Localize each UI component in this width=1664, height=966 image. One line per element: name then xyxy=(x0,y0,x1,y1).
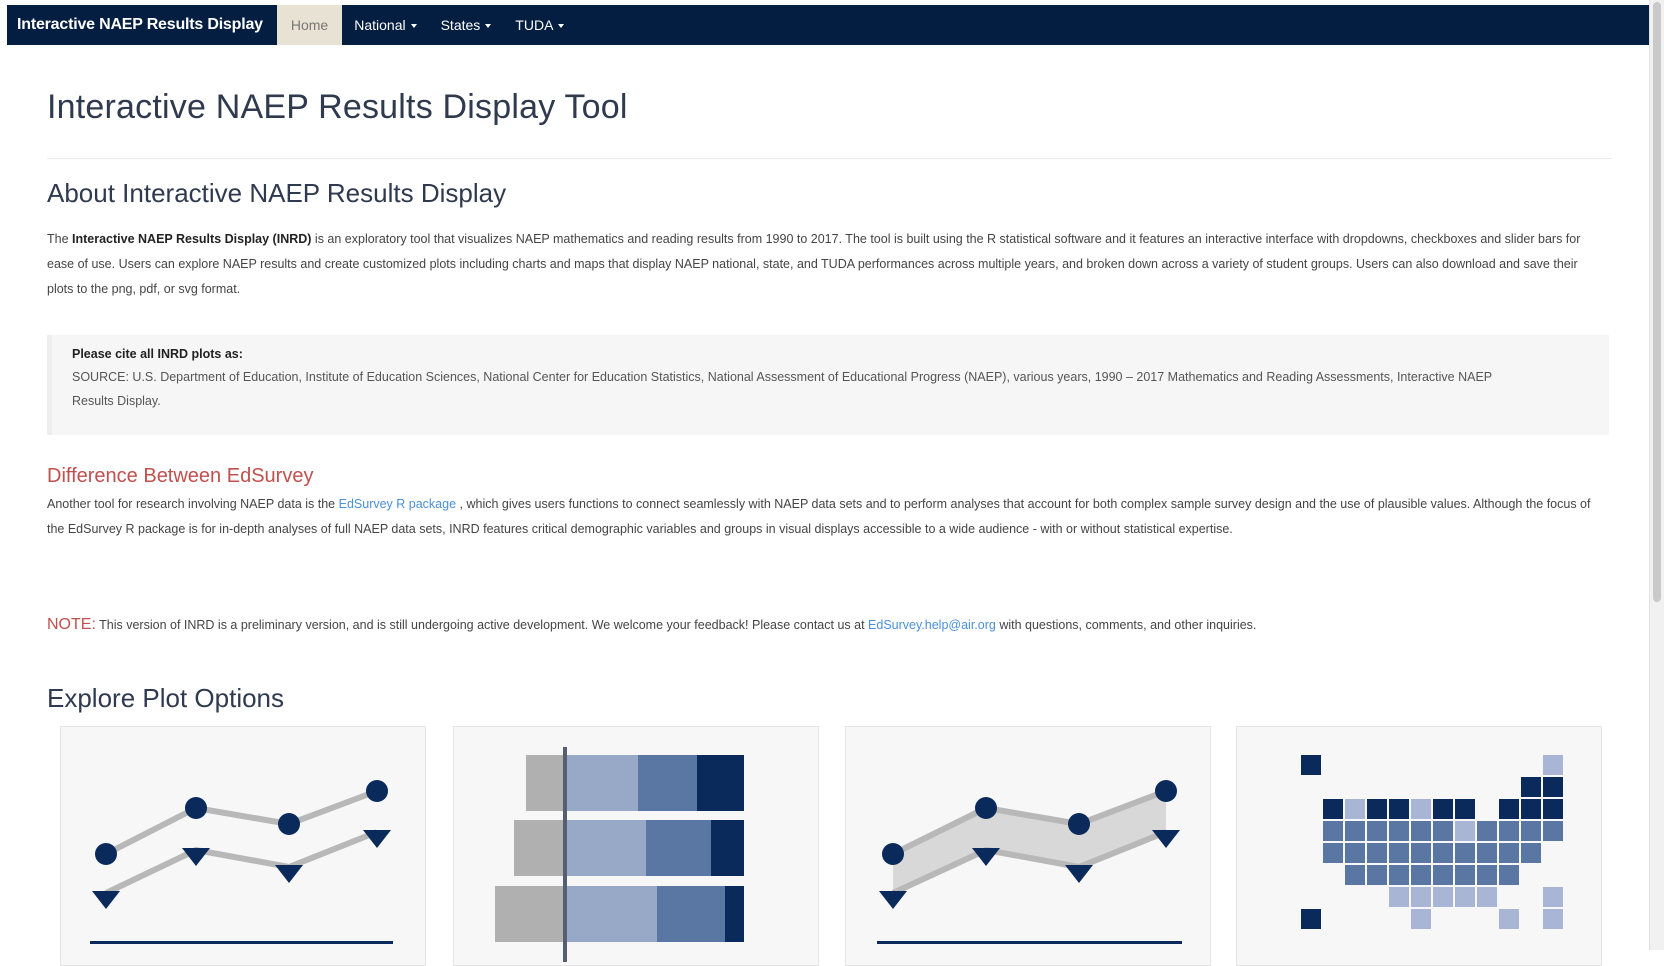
plot-option-card-gap[interactable] xyxy=(845,726,1211,966)
scrollbar[interactable] xyxy=(1649,0,1664,950)
note-label: NOTE: xyxy=(47,616,96,633)
nav-home-label: Home xyxy=(290,17,329,33)
chevron-down-icon xyxy=(410,24,417,28)
frame-left-edge xyxy=(0,0,7,950)
chevron-down-icon xyxy=(485,24,492,28)
citation-heading: Please cite all INRD plots as: xyxy=(72,347,243,361)
title-divider xyxy=(47,158,1612,159)
explore-heading: Explore Plot Options xyxy=(47,683,285,713)
plot-option-card-map[interactable] xyxy=(1236,726,1602,966)
nav-tuda[interactable]: TUDA xyxy=(503,5,576,45)
citation-text: SOURCE: U.S. Department of Education, In… xyxy=(72,370,1492,408)
email-link[interactable]: EdSurvey.help@air.org xyxy=(868,618,996,632)
about-paragraph: The Interactive NAEP Results Display (IN… xyxy=(47,227,1607,302)
edsurvey-package-link[interactable]: EdSurvey R package xyxy=(339,497,456,511)
about-text-bold: Interactive NAEP Results Display (INRD) xyxy=(72,232,312,246)
nav-states-label: States xyxy=(440,17,481,33)
nav-tuda-label: TUDA xyxy=(515,17,554,33)
navbar-brand[interactable]: Interactive NAEP Results Display xyxy=(7,5,277,45)
us-map-plot-icon xyxy=(1301,755,1563,929)
chevron-down-icon xyxy=(558,24,565,28)
note-text-start: This version of INRD is a preliminary ve… xyxy=(95,618,869,632)
nav-national-label: National xyxy=(354,17,406,33)
citation-box: Please cite all INRD plots as: SOURCE: U… xyxy=(47,335,1609,435)
plot-option-card-stacked-bar[interactable] xyxy=(453,726,819,966)
scrollbar-thumb[interactable] xyxy=(1653,2,1661,602)
line-plot-icon xyxy=(90,780,393,944)
about-heading: About Interactive NAEP Results Display xyxy=(47,178,507,208)
nav-states[interactable]: States xyxy=(429,5,504,45)
difference-paragraph: Another tool for research involving NAEP… xyxy=(47,492,1607,542)
note-paragraph: NOTE: This version of INRD is a prelimin… xyxy=(47,612,1607,638)
nav-home[interactable]: Home xyxy=(276,5,343,45)
stacked-bar-plot-icon xyxy=(495,747,744,962)
difference-heading: Difference Between EdSurvey xyxy=(47,465,314,487)
nav-national[interactable]: National xyxy=(342,5,428,45)
gap-plot-icon xyxy=(877,780,1182,944)
navbar: Interactive NAEP Results Display Home Na… xyxy=(7,5,1650,45)
note-text-end: with questions, comments, and other inqu… xyxy=(995,618,1257,632)
difference-text-start: Another tool for research involving NAEP… xyxy=(47,497,339,511)
page-title: Interactive NAEP Results Display Tool xyxy=(47,88,628,126)
plot-option-card-line[interactable] xyxy=(60,726,426,966)
about-text-start: The xyxy=(47,232,73,246)
